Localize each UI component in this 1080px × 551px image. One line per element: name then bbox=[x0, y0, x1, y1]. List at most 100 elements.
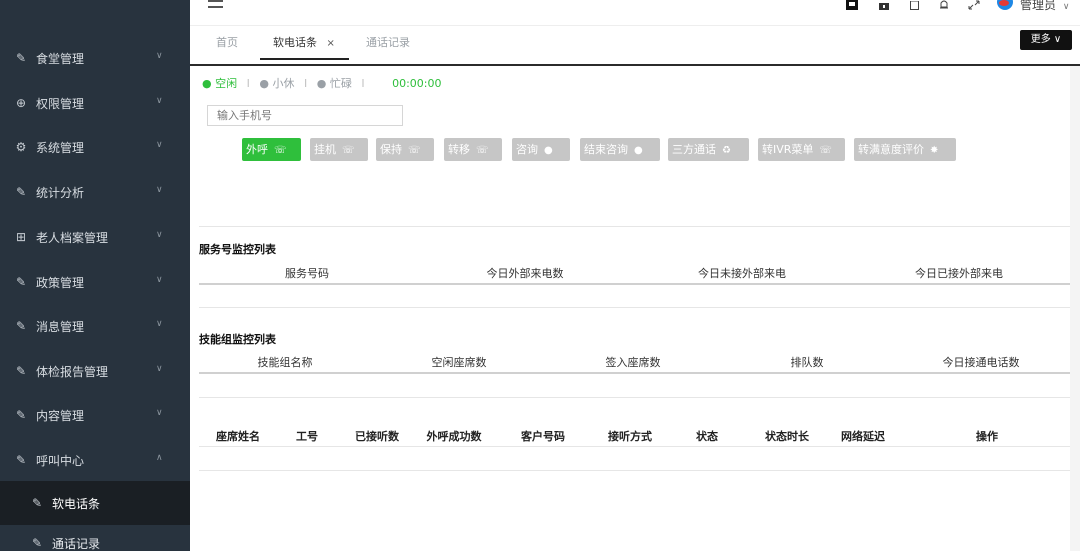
three-way-call-button[interactable]: 三方通话 ♻ bbox=[668, 138, 749, 161]
column-header: 状态时长 bbox=[765, 430, 809, 443]
sidebar-item-policy[interactable]: ✎ 政策管理 ∨ bbox=[0, 260, 190, 304]
column-header: 排队数 bbox=[790, 356, 824, 369]
tab-label: 首页 bbox=[216, 36, 238, 49]
button-label: 三方通话 bbox=[672, 143, 716, 156]
gear-icon: ⚙ bbox=[15, 140, 27, 154]
phone-number-input[interactable] bbox=[207, 105, 403, 126]
transfer-ivr-button[interactable]: 转IVR菜单 ☏ bbox=[758, 138, 845, 161]
column-header: 签入座席数 bbox=[605, 356, 661, 369]
chevron-down-icon: ∨ bbox=[156, 140, 163, 150]
chevron-down-icon: ∨ bbox=[156, 275, 163, 285]
sidebar-item-label: 老人档案管理 bbox=[36, 230, 109, 245]
sidebar-subitem-softphone[interactable]: ✎ 软电话条 bbox=[0, 481, 190, 525]
sidebar-item-canteen[interactable]: ✎ 食堂管理 ∨ bbox=[0, 36, 190, 80]
sidebar-item-call-center[interactable]: ✎ 呼叫中心 ∧ bbox=[0, 438, 190, 482]
tab-home[interactable]: 首页 bbox=[216, 34, 238, 60]
sidebar-item-statistics[interactable]: ✎ 统计分析 ∨ bbox=[0, 170, 190, 214]
agent-status-bar: ● 空闲 I ● 小休 I ● 忙碌 I 00:00:00 bbox=[202, 75, 441, 91]
sidebar-item-label: 系统管理 bbox=[36, 140, 85, 155]
button-label: 保持 bbox=[380, 143, 402, 156]
sidebar-item-messages[interactable]: ✎ 消息管理 ∨ bbox=[0, 304, 190, 348]
page-tabs: 首页 软电话条 × 通话记录 更多 ∨ bbox=[190, 26, 1080, 64]
sidebar-subitem-call-records[interactable]: ✎ 通话记录 bbox=[0, 521, 190, 551]
status-separator: I bbox=[303, 77, 308, 90]
button-label: 转IVR菜单 bbox=[762, 143, 814, 156]
phone-icon: ☏ bbox=[342, 145, 355, 156]
column-header: 座席姓名 bbox=[216, 430, 260, 443]
button-label: 转满意度评价 bbox=[858, 143, 924, 156]
more-button[interactable]: 更多 ∨ bbox=[1020, 30, 1072, 50]
column-header: 外呼成功数 bbox=[426, 430, 482, 443]
column-header: 接听方式 bbox=[608, 430, 652, 443]
chevron-down-icon: ∨ bbox=[156, 185, 163, 195]
button-label: 外呼 bbox=[246, 143, 268, 156]
hold-button[interactable]: 保持 ☏ bbox=[376, 138, 434, 161]
menu-toggle-icon[interactable] bbox=[208, 0, 224, 10]
status-busy[interactable]: ● 忙碌 bbox=[317, 77, 352, 90]
sidebar-item-label: 统计分析 bbox=[36, 185, 85, 200]
column-header: 状态 bbox=[696, 430, 718, 443]
sidebar-item-elderly-records[interactable]: ⊞ 老人档案管理 ∨ bbox=[0, 215, 190, 259]
tab-call-records[interactable]: 通话记录 bbox=[366, 34, 410, 60]
sidebar-item-system[interactable]: ⚙ 系统管理 ∨ bbox=[0, 125, 190, 169]
status-separator: I bbox=[246, 77, 250, 90]
transfer-button[interactable]: 转移 ☏ bbox=[444, 138, 502, 161]
edit-square-icon: ✎ bbox=[31, 536, 43, 550]
divider bbox=[199, 226, 1070, 227]
lock-icon: ⊕ bbox=[15, 96, 27, 110]
sidebar-item-label: 消息管理 bbox=[36, 319, 85, 334]
chevron-down-icon: ∨ bbox=[156, 230, 163, 240]
tab-label: 软电话条 bbox=[273, 36, 317, 49]
phone-icon: ☏ bbox=[274, 145, 287, 156]
sidebar-item-label: 呼叫中心 bbox=[36, 453, 85, 468]
sparkle-icon: ✸ bbox=[930, 145, 939, 156]
chevron-down-icon: ∨ bbox=[156, 319, 163, 329]
qrcode-icon[interactable] bbox=[846, 0, 858, 10]
chevron-down-icon: ∨ bbox=[156, 408, 163, 418]
edit-square-icon: ✎ bbox=[31, 496, 43, 510]
lock-icon[interactable] bbox=[878, 0, 890, 10]
table-header-divider bbox=[199, 372, 1070, 374]
button-label: 结束咨询 bbox=[584, 143, 628, 156]
top-header: 管理员 ∨ bbox=[190, 0, 1080, 26]
phone-icon: ☏ bbox=[408, 145, 421, 156]
tab-softphone[interactable]: 软电话条 × bbox=[260, 34, 349, 60]
service-monitor-title: 服务号监控列表 bbox=[199, 243, 276, 256]
divider bbox=[199, 307, 1070, 308]
dial-out-button[interactable]: 外呼 ☏ bbox=[242, 138, 301, 161]
tab-label: 通话记录 bbox=[366, 36, 410, 49]
end-consult-button[interactable]: 结束咨询 ● bbox=[580, 138, 660, 161]
close-icon[interactable]: × bbox=[327, 38, 335, 49]
consult-button[interactable]: 咨询 ● bbox=[512, 138, 570, 161]
divider bbox=[199, 397, 1070, 398]
status-separator: I bbox=[361, 77, 365, 90]
divider bbox=[199, 470, 1070, 471]
skill-monitor-title: 技能组监控列表 bbox=[199, 333, 276, 346]
column-header: 服务号码 bbox=[285, 267, 329, 280]
avatar[interactable] bbox=[997, 0, 1013, 10]
status-idle[interactable]: ● 空闲 bbox=[202, 77, 237, 90]
bell-icon[interactable] bbox=[938, 0, 950, 10]
chevron-down-icon: ∨ bbox=[156, 51, 163, 61]
grid-icon: ⊞ bbox=[15, 230, 27, 244]
fullscreen-icon[interactable] bbox=[968, 0, 980, 10]
mobile-icon[interactable] bbox=[908, 0, 920, 10]
scrollbar[interactable] bbox=[1070, 66, 1080, 551]
column-header: 网络延迟 bbox=[841, 430, 885, 443]
sidebar-item-label: 体检报告管理 bbox=[36, 364, 109, 379]
chevron-up-icon: ∧ bbox=[156, 453, 163, 463]
sidebar-item-label: 政策管理 bbox=[36, 275, 85, 290]
table-header-divider bbox=[199, 446, 1070, 447]
transfer-satisfaction-button[interactable]: 转满意度评价 ✸ bbox=[854, 138, 956, 161]
admin-label: 管理员 bbox=[1020, 0, 1057, 12]
hangup-button[interactable]: 挂机 ☏ bbox=[310, 138, 368, 161]
edit-square-icon: ✎ bbox=[15, 185, 27, 199]
column-header: 今日接通电话数 bbox=[942, 356, 1020, 369]
sidebar-item-health-reports[interactable]: ✎ 体检报告管理 ∨ bbox=[0, 349, 190, 393]
status-rest[interactable]: ● 小休 bbox=[259, 77, 294, 90]
column-header: 空闲座席数 bbox=[431, 356, 487, 369]
admin-menu[interactable]: 管理员 ∨ bbox=[1020, 0, 1069, 13]
sidebar-item-content[interactable]: ✎ 内容管理 ∨ bbox=[0, 393, 190, 437]
call-timer: 00:00:00 bbox=[392, 77, 442, 90]
sidebar-item-permissions[interactable]: ⊕ 权限管理 ∨ bbox=[0, 81, 190, 125]
